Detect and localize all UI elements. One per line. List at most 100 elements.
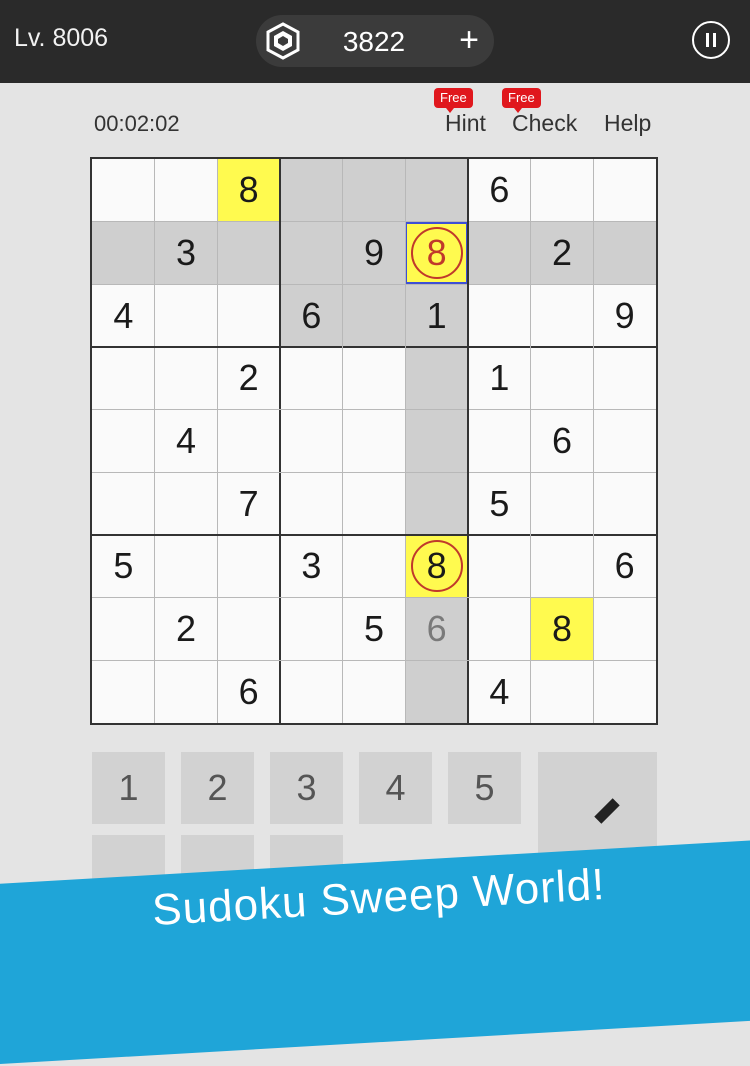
sudoku-cell-r3c3[interactable] [217, 284, 280, 347]
sudoku-cell-r3c4[interactable]: 6 [280, 284, 343, 347]
number-key-5[interactable]: 5 [448, 752, 521, 824]
add-coins-button[interactable]: + [452, 20, 486, 60]
sudoku-cell-r2c8[interactable]: 2 [530, 221, 594, 285]
sudoku-cell-r9c6[interactable] [405, 660, 468, 723]
sudoku-cell-r9c2[interactable] [154, 660, 218, 723]
sudoku-cell-r3c6[interactable]: 1 [405, 284, 468, 347]
sudoku-cell-r6c2[interactable] [154, 472, 218, 535]
sudoku-cell-r6c9[interactable] [593, 472, 656, 535]
sudoku-cell-r9c3[interactable]: 6 [217, 660, 280, 723]
sudoku-cell-r2c1[interactable] [92, 221, 155, 285]
number-key-1[interactable]: 1 [92, 752, 165, 824]
grid-line-horizontal [92, 597, 656, 599]
sudoku-cell-r6c5[interactable] [342, 472, 406, 535]
sudoku-cell-r7c6[interactable]: 8 [405, 535, 468, 598]
sudoku-cell-r8c7[interactable] [468, 597, 531, 661]
sudoku-cell-r3c2[interactable] [154, 284, 218, 347]
hint-button[interactable]: Hint [445, 110, 486, 137]
sudoku-cell-r3c8[interactable] [530, 284, 594, 347]
sudoku-cell-r4c8[interactable] [530, 347, 594, 410]
sudoku-cell-r8c1[interactable] [92, 597, 155, 661]
sudoku-cell-r6c1[interactable] [92, 472, 155, 535]
sudoku-cell-r7c5[interactable] [342, 535, 406, 598]
sudoku-cell-r7c7[interactable] [468, 535, 531, 598]
sudoku-cell-r9c1[interactable] [92, 660, 155, 723]
sudoku-cell-r7c9[interactable]: 6 [593, 535, 656, 598]
number-key-4[interactable]: 4 [359, 752, 432, 824]
grid-line-vertical [342, 159, 344, 723]
sudoku-cell-r4c4[interactable] [280, 347, 343, 410]
pause-button[interactable] [692, 21, 730, 59]
sudoku-cell-r7c8[interactable] [530, 535, 594, 598]
sudoku-cell-r2c9[interactable] [593, 221, 656, 285]
sudoku-cell-r4c9[interactable] [593, 347, 656, 410]
sudoku-cell-r5c6[interactable] [405, 409, 468, 473]
sudoku-cell-r3c5[interactable] [342, 284, 406, 347]
sudoku-cell-r4c2[interactable] [154, 347, 218, 410]
sudoku-cell-r8c9[interactable] [593, 597, 656, 661]
sudoku-cell-r1c2[interactable] [154, 159, 218, 222]
sudoku-cell-r6c8[interactable] [530, 472, 594, 535]
help-button[interactable]: Help [604, 110, 651, 137]
check-button[interactable]: Check [512, 110, 577, 137]
pause-icon [706, 33, 709, 47]
sudoku-cell-r1c1[interactable] [92, 159, 155, 222]
sudoku-cell-r9c8[interactable] [530, 660, 594, 723]
sudoku-cell-r1c6[interactable] [405, 159, 468, 222]
sudoku-cell-r5c1[interactable] [92, 409, 155, 473]
sudoku-cell-r3c1[interactable]: 4 [92, 284, 155, 347]
number-key-3[interactable]: 3 [270, 752, 343, 824]
sudoku-cell-r1c9[interactable] [593, 159, 656, 222]
sudoku-cell-r1c5[interactable] [342, 159, 406, 222]
sudoku-cell-r8c8[interactable]: 8 [530, 597, 594, 661]
grid-line-horizontal [92, 471, 656, 473]
sudoku-cell-r6c4[interactable] [280, 472, 343, 535]
sudoku-cell-r5c5[interactable] [342, 409, 406, 473]
sudoku-cell-r5c3[interactable] [217, 409, 280, 473]
sudoku-cell-r9c7[interactable]: 4 [468, 660, 531, 723]
coin-count: 3822 [342, 26, 406, 57]
sudoku-cell-r8c2[interactable]: 2 [154, 597, 218, 661]
number-key-2[interactable]: 2 [181, 752, 254, 824]
sudoku-cell-r7c1[interactable]: 5 [92, 535, 155, 598]
sudoku-cell-r5c9[interactable] [593, 409, 656, 473]
sudoku-cell-r4c5[interactable] [342, 347, 406, 410]
sudoku-cell-r3c9[interactable]: 9 [593, 284, 656, 347]
grid-line-vertical [530, 159, 532, 723]
sudoku-cell-r3c7[interactable] [468, 284, 531, 347]
sudoku-cell-r4c3[interactable]: 2 [217, 347, 280, 410]
sudoku-cell-r7c2[interactable] [154, 535, 218, 598]
sudoku-cell-r9c4[interactable] [280, 660, 343, 723]
sudoku-cell-r1c8[interactable] [530, 159, 594, 222]
sudoku-cell-r1c4[interactable] [280, 159, 343, 222]
sudoku-cell-r6c3[interactable]: 7 [217, 472, 280, 535]
sudoku-cell-r7c3[interactable] [217, 535, 280, 598]
grid-line-vertical [592, 159, 594, 723]
sudoku-cell-r5c4[interactable] [280, 409, 343, 473]
sudoku-cell-r2c3[interactable] [217, 221, 280, 285]
sudoku-cell-r1c3[interactable]: 8 [217, 159, 280, 222]
sudoku-cell-r4c6[interactable] [405, 347, 468, 410]
sudoku-cell-r6c6[interactable] [405, 472, 468, 535]
sudoku-cell-r8c3[interactable] [217, 597, 280, 661]
sudoku-cell-r2c7[interactable] [468, 221, 531, 285]
sudoku-cell-r8c5[interactable]: 5 [342, 597, 406, 661]
sudoku-cell-r2c6[interactable]: 8 [405, 221, 468, 285]
sudoku-cell-r2c5[interactable]: 9 [342, 221, 406, 285]
sudoku-cell-r5c8[interactable]: 6 [530, 409, 594, 473]
sudoku-cell-r8c4[interactable] [280, 597, 343, 661]
sudoku-cell-r1c7[interactable]: 6 [468, 159, 531, 222]
game-timer: 00:02:02 [94, 111, 180, 136]
sudoku-cell-r5c2[interactable]: 4 [154, 409, 218, 473]
sudoku-cell-r6c7[interactable]: 5 [468, 472, 531, 535]
pencil-icon [594, 798, 620, 824]
sudoku-cell-r4c7[interactable]: 1 [468, 347, 531, 410]
sudoku-cell-r9c5[interactable] [342, 660, 406, 723]
sudoku-cell-r2c2[interactable]: 3 [154, 221, 218, 285]
sudoku-cell-r5c7[interactable] [468, 409, 531, 473]
sudoku-cell-r9c9[interactable] [593, 660, 656, 723]
sudoku-cell-r7c4[interactable]: 3 [280, 535, 343, 598]
sudoku-cell-r4c1[interactable] [92, 347, 155, 410]
sudoku-cell-r2c4[interactable] [280, 221, 343, 285]
sudoku-cell-r8c6[interactable]: 6 [405, 597, 468, 661]
